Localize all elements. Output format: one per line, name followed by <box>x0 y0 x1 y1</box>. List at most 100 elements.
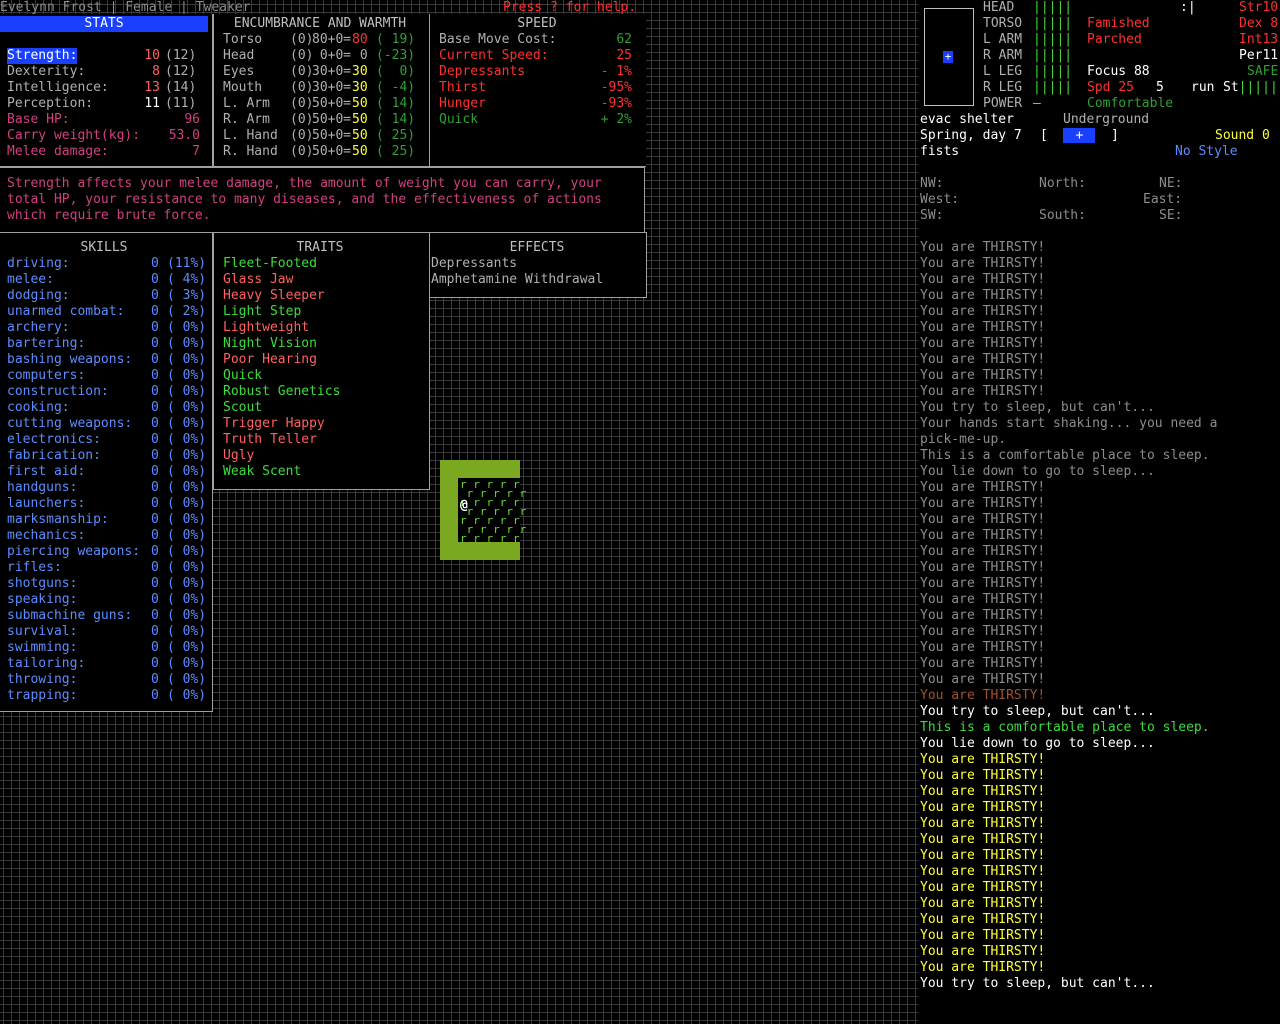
skill-name[interactable]: bartering: <box>7 336 85 352</box>
skill-name[interactable]: speaking: <box>7 592 77 608</box>
body-part-label: R ARM <box>983 48 1023 63</box>
skill-name[interactable]: fabrication: <box>7 448 101 464</box>
stat-label[interactable]: Intelligence: <box>7 80 109 96</box>
encumbrance-part[interactable]: Eyes <box>223 64 254 80</box>
movement-mode[interactable]: run <box>1191 80 1214 96</box>
stat-label[interactable]: Melee damage: <box>7 144 109 160</box>
trait-item[interactable]: Lightweight <box>223 320 309 336</box>
skill-name[interactable]: melee: <box>7 272 54 288</box>
sun-indicator: [ + ] <box>1040 128 1119 144</box>
log-message: You are THIRSTY! <box>920 880 1046 895</box>
encumbrance-part[interactable]: Head <box>223 48 254 64</box>
trait-item[interactable]: Ugly <box>223 448 254 464</box>
log-message: You lie down to go to sleep... <box>920 464 1155 479</box>
encumbrance-total: 80 <box>352 32 368 47</box>
minimap[interactable]: + <box>924 8 974 106</box>
log-message: You are THIRSTY! <box>920 256 1046 271</box>
trait-item[interactable]: Robust Genetics <box>223 384 340 400</box>
stat-label[interactable]: Perception: <box>7 96 93 112</box>
skill-level: 0 <box>151 528 159 543</box>
warmth-value: ( 14) <box>376 112 416 127</box>
speed-header[interactable]: SPEED <box>430 16 644 32</box>
skill-name[interactable]: dodging: <box>7 288 70 304</box>
player-character: @ <box>460 498 468 513</box>
skill-name[interactable]: computers: <box>7 368 85 384</box>
trait-item[interactable]: Heavy Sleeper <box>223 288 325 304</box>
trait-item[interactable]: Quick <box>223 368 262 384</box>
encumbrance-part[interactable]: Mouth <box>223 80 262 96</box>
skill-name[interactable]: handguns: <box>7 480 77 496</box>
log-message: pick-me-up. <box>920 432 1007 447</box>
skill-name[interactable]: shotguns: <box>7 576 77 592</box>
safe-mode-indicator[interactable]: SAFE <box>1247 64 1278 80</box>
trait-item[interactable]: Poor Hearing <box>223 352 317 368</box>
encumbrance-total: 50 <box>352 128 368 143</box>
trait-item[interactable]: Truth Teller <box>223 432 317 448</box>
trait-item[interactable]: Trigger Happy <box>223 416 325 432</box>
log-message: You are THIRSTY! <box>920 672 1046 687</box>
skill-name[interactable]: electronics: <box>7 432 101 448</box>
encumbrance-header[interactable]: ENCUMBRANCE AND WARMTH <box>214 16 426 32</box>
effects-header[interactable]: EFFECTS <box>430 240 644 256</box>
log-message: You are THIRSTY! <box>920 960 1046 975</box>
skill-name[interactable]: driving: <box>7 256 70 272</box>
stat-label[interactable]: Strength: <box>7 48 78 64</box>
skill-level: 0 <box>151 368 159 383</box>
skill-level: 0 <box>151 432 159 447</box>
skill-name[interactable]: submachine guns: <box>7 608 132 624</box>
skill-name[interactable]: swimming: <box>7 640 77 656</box>
encumbrance-part[interactable]: Torso <box>223 32 262 48</box>
skill-name[interactable]: launchers: <box>7 496 85 512</box>
stat-label[interactable]: Carry weight(kg): <box>7 128 140 144</box>
encumbrance-part[interactable]: R. Arm <box>223 112 270 128</box>
martial-style[interactable]: No Style <box>1175 144 1238 160</box>
trait-item[interactable]: Weak Scent <box>223 464 301 480</box>
focus-status: Focus 88 <box>1087 64 1150 79</box>
log-message: You are THIRSTY! <box>920 768 1046 783</box>
skill-name[interactable]: piercing weapons: <box>7 544 140 560</box>
trait-item[interactable]: Night Vision <box>223 336 317 352</box>
skill-name[interactable]: tailoring: <box>7 656 85 672</box>
skill-name[interactable]: first aid: <box>7 464 85 480</box>
skill-name[interactable]: survival: <box>7 624 77 640</box>
skill-name[interactable]: trapping: <box>7 688 77 704</box>
skill-progress: ( 4%) <box>167 272 207 287</box>
encumbrance-part[interactable]: R. Hand <box>223 144 278 160</box>
traits-header[interactable]: TRAITS <box>214 240 426 256</box>
trait-item[interactable]: Light Step <box>223 304 301 320</box>
encumbrance-part[interactable]: L. Arm <box>223 96 270 112</box>
skill-name[interactable]: cooking: <box>7 400 70 416</box>
skill-name[interactable]: archery: <box>7 320 70 336</box>
skill-name[interactable]: bashing weapons: <box>7 352 132 368</box>
stat-label[interactable]: Dexterity: <box>7 64 85 80</box>
skill-name[interactable]: construction: <box>7 384 109 400</box>
stat-label[interactable]: Base HP: <box>7 112 70 128</box>
description-line: Strength affects your melee damage, the … <box>7 176 602 191</box>
encumbrance-layers: (0) <box>290 96 314 111</box>
skill-name[interactable]: marksmanship: <box>7 512 109 528</box>
skill-name[interactable]: rifles: <box>7 560 62 576</box>
effect-item[interactable]: Amphetamine Withdrawal <box>431 272 603 288</box>
trait-item[interactable]: Fleet-Footed <box>223 256 317 272</box>
speed-modifier-value: -93% <box>600 96 632 111</box>
map-shelter[interactable]: r r r r r r r r r r r r r r r r r r r r … <box>440 460 526 560</box>
skill-name[interactable]: unarmed combat: <box>7 304 124 320</box>
speed-modifier-value: 62 <box>616 32 632 47</box>
skills-header[interactable]: SKILLS <box>0 240 208 256</box>
encumbrance-part[interactable]: L. Hand <box>223 128 278 144</box>
log-message: You are THIRSTY! <box>920 528 1046 543</box>
effect-item[interactable]: Depressants <box>431 256 517 272</box>
shelter-floor: r r r r r r r r r r r r r r r r r r r r … <box>460 478 527 545</box>
skill-name[interactable]: mechanics: <box>7 528 85 544</box>
skill-name[interactable]: throwing: <box>7 672 77 688</box>
wielded-weapon[interactable]: fists <box>920 144 959 160</box>
skill-progress: (11%) <box>167 256 207 271</box>
skill-progress: ( 0%) <box>167 656 207 671</box>
speed-modifier-label: Current Speed: <box>439 48 549 63</box>
trait-item[interactable]: Glass Jaw <box>223 272 293 288</box>
stat-value: 7 <box>192 144 200 159</box>
trait-item[interactable]: Scout <box>223 400 262 416</box>
stats-header[interactable]: STATS <box>0 16 208 32</box>
encumbrance-layers: (0) <box>290 112 314 127</box>
skill-name[interactable]: cutting weapons: <box>7 416 132 432</box>
